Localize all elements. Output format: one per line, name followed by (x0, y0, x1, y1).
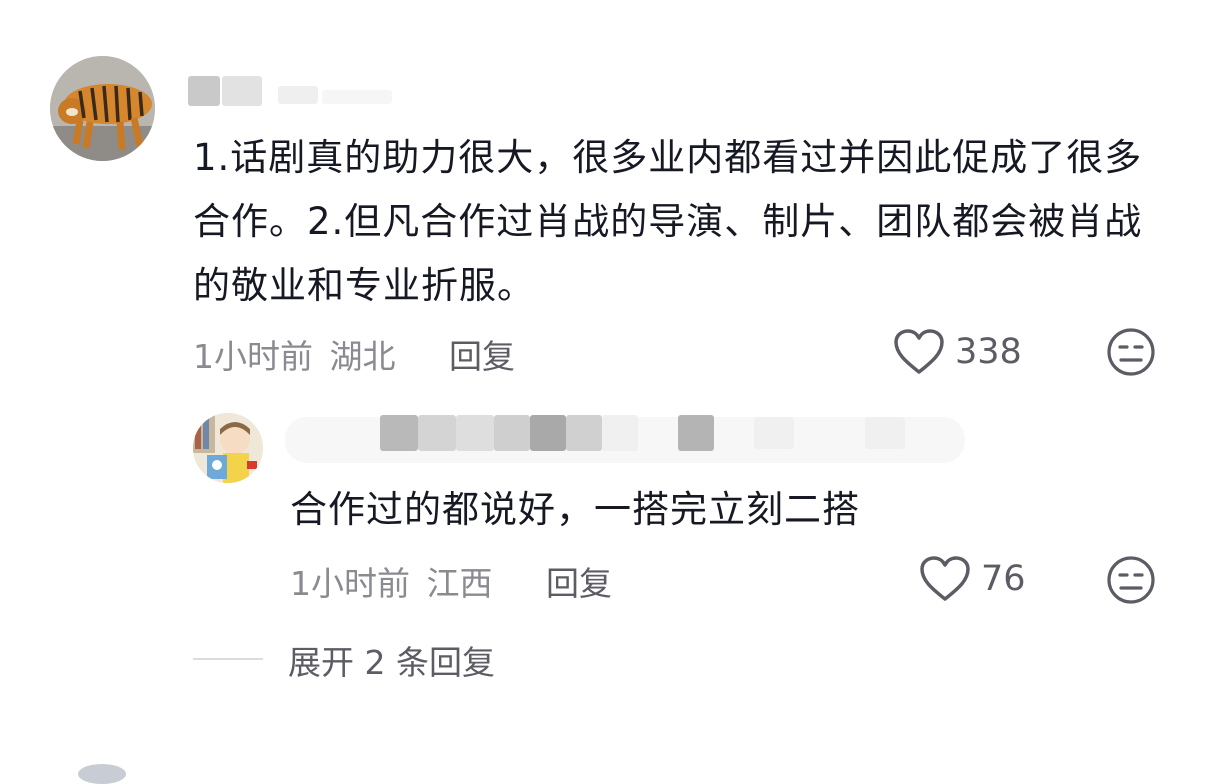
blurred-username-block (678, 415, 714, 451)
blurred-username-block (418, 415, 456, 451)
blurred-username-block (278, 86, 318, 104)
like-count: 76 (981, 559, 1026, 599)
blurred-username-block (188, 76, 220, 106)
avatar[interactable] (50, 56, 155, 161)
blurred-username-block (602, 415, 638, 451)
reply-meta: 1小时前 江西 (290, 557, 493, 605)
comment-location: 湖北 (329, 337, 396, 376)
heart-outline-icon (894, 329, 944, 374)
comment-time: 1小时前 (193, 337, 313, 376)
avatar[interactable] (193, 413, 263, 483)
blurred-username-block (566, 415, 602, 451)
blurred-username-block (494, 415, 530, 451)
reply-time: 1小时前 (290, 564, 410, 603)
comment-meta: 1小时前 湖北 (193, 330, 396, 378)
reply-button[interactable]: 回复 (449, 330, 515, 378)
blurred-username-block (380, 415, 418, 451)
unhappy-face-icon[interactable] (1106, 327, 1156, 377)
like-button[interactable]: 76 (919, 555, 1026, 603)
comment-text: 1.话剧真的助力很大，很多业内都看过并因此促成了很多合作。2.但凡合作过肖战的导… (193, 136, 1143, 307)
blurred-username-block (222, 76, 262, 106)
blurred-username-block (865, 417, 905, 449)
reply-location: 江西 (426, 564, 493, 603)
username-hidden[interactable] (285, 405, 975, 463)
expand-replies-button[interactable]: 展开 2 条回复 (288, 636, 495, 684)
like-count: 338 (955, 332, 1022, 372)
expand-divider (193, 658, 263, 660)
blurred-username-block (322, 90, 392, 104)
blurred-username-block (530, 415, 566, 451)
tiger-avatar-icon (50, 56, 155, 161)
username-hidden[interactable] (188, 72, 398, 106)
blurred-username-block (754, 417, 794, 449)
like-button[interactable]: 338 (893, 328, 1022, 376)
reply-button[interactable]: 回复 (546, 557, 612, 605)
unhappy-face-icon[interactable] (1106, 555, 1156, 605)
reply-text: 合作过的都说好，一搭完立刻二搭 (290, 488, 860, 531)
blurred-username-block (456, 415, 494, 451)
heart-outline-icon (920, 556, 970, 601)
avatar[interactable] (78, 764, 126, 784)
cartoon-avatar-icon (193, 413, 263, 483)
